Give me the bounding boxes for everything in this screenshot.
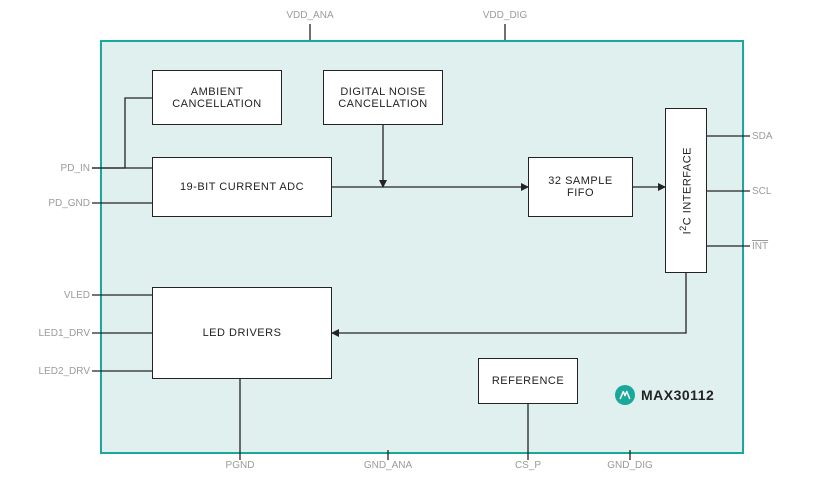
block-digital-noise-cancellation: DIGITAL NOISE CANCELLATION: [323, 70, 443, 125]
pin-vled: VLED: [48, 290, 90, 301]
pin-led1-drv: LED1_DRV: [30, 328, 90, 339]
block-fifo: 32 SAMPLE FIFO: [528, 157, 633, 217]
maxim-logo-icon: [615, 385, 635, 405]
block-label: 32 SAMPLE FIFO: [533, 175, 628, 199]
pin-vdd-ana: VDD_ANA: [280, 10, 340, 21]
block-label: 19-BIT CURRENT ADC: [180, 181, 304, 193]
pin-led2-drv: LED2_DRV: [30, 366, 90, 377]
block-led-drivers: LED DRIVERS: [152, 287, 332, 379]
pin-gnd-dig: GND_DIG: [600, 460, 660, 471]
part-label: MAX30112: [615, 385, 714, 405]
part-number-text: MAX30112: [641, 387, 714, 403]
block-label: AMBIENT CANCELLATION: [157, 86, 277, 110]
block-reference: REFERENCE: [478, 358, 578, 404]
pin-gnd-ana: GND_ANA: [358, 460, 418, 471]
block-label: REFERENCE: [492, 375, 564, 387]
pin-pgnd: PGND: [215, 460, 265, 471]
pin-sda: SDA: [752, 131, 773, 142]
block-adc: 19-BIT CURRENT ADC: [152, 157, 332, 217]
pin-scl: SCL: [752, 186, 771, 197]
pin-pd-in: PD_IN: [40, 163, 90, 174]
pin-int: INT: [752, 241, 768, 252]
block-label: LED DRIVERS: [203, 327, 282, 339]
block-label: DIGITAL NOISE CANCELLATION: [328, 86, 438, 110]
block-diagram: AMBIENT CANCELLATION DIGITAL NOISE CANCE…: [0, 0, 820, 501]
block-label: I2C INTERFACE: [678, 147, 694, 234]
pin-pd-gnd: PD_GND: [30, 198, 90, 209]
block-ambient-cancellation: AMBIENT CANCELLATION: [152, 70, 282, 125]
pin-cs-p: CS_P: [508, 460, 548, 471]
pin-vdd-dig: VDD_DIG: [475, 10, 535, 21]
block-i2c-interface: I2C INTERFACE: [665, 108, 707, 273]
